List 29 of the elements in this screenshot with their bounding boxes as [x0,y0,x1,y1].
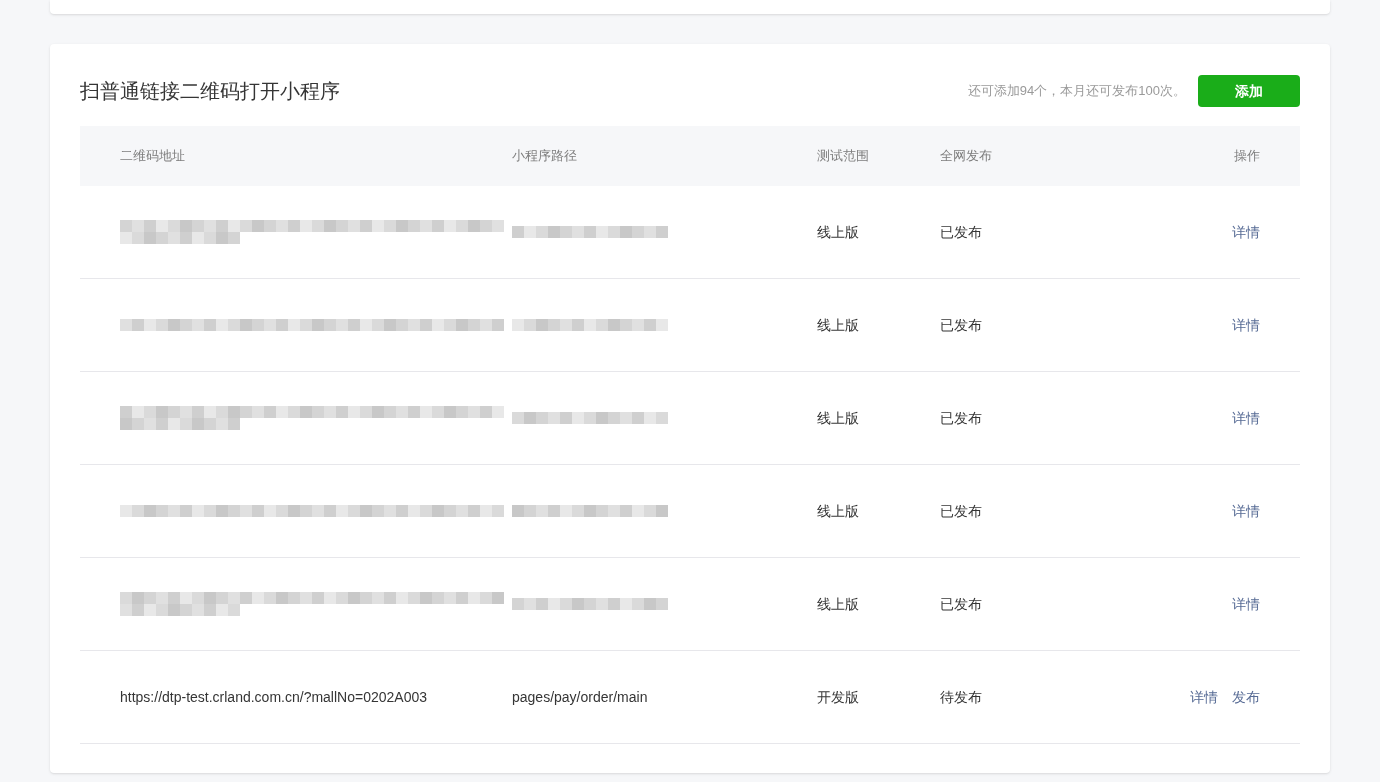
table-cell: 已发布 [940,595,982,612]
quota-text: 还可添加94个，本月还可发布100次。 [967,82,1186,101]
action-link[interactable]: 详情 [1232,221,1260,243]
section-title: 扫普通链接二维码打开小程序 [80,79,340,104]
column-header: 操作 [1233,147,1260,166]
column-header: 小程序路径 [512,147,578,166]
action-link[interactable]: 详情 [1232,500,1260,522]
column-header: 测试范围 [817,147,870,166]
table-cell: 已发布 [940,316,982,333]
table-cell: pages/pay/order/main [512,688,648,705]
table-cell: 待发布 [940,688,982,705]
table-cell: https://dtp-test.crland.com.cn/?mallNo=0202A003 [120,688,427,705]
add-button[interactable]: 添加 [1198,75,1300,107]
table-cell: 线上版 [817,409,859,426]
action-link[interactable]: 详情 [1232,593,1260,615]
action-link[interactable]: 详情 [1190,686,1218,708]
table-cell: 线上版 [817,316,859,333]
table-cell: 线上版 [817,502,859,519]
table-cell: 已发布 [940,223,982,240]
table-cell: 开发版 [817,688,859,705]
action-link[interactable]: 详情 [1232,407,1260,429]
table-cell: 已发布 [940,502,982,519]
table-cell: 已发布 [940,409,982,426]
column-header: 全网发布 [940,147,993,166]
table-cell: 线上版 [817,595,859,612]
table-cell: 线上版 [817,223,859,240]
column-header: 二维码地址 [120,147,186,166]
action-link[interactable]: 发布 [1232,686,1260,708]
action-link[interactable]: 详情 [1232,314,1260,336]
